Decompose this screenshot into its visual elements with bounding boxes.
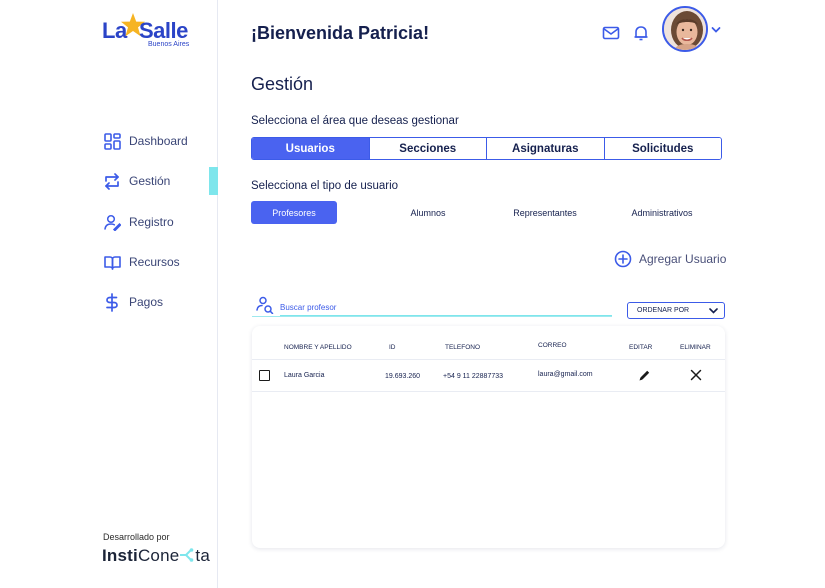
area-tabs: Usuarios Secciones Asignaturas Solicitud… [251, 137, 722, 160]
page-title: Gestión [251, 74, 314, 94]
column-header-edit: EDITAR [629, 344, 653, 351]
insticonecta-logo: InstiCone ta [102, 546, 210, 566]
dev-brand-part-b: Cone [137, 546, 180, 565]
repeat-icon [103, 172, 121, 190]
chevron-down-icon [709, 307, 718, 314]
row-checkbox[interactable] [259, 370, 270, 381]
user-search-icon [256, 296, 274, 314]
close-icon[interactable] [690, 369, 702, 381]
order-by-select[interactable]: ORDENAR POR [627, 302, 725, 319]
tab-administrativos[interactable]: Administrativos [620, 201, 704, 224]
cell-email: laura@gmail.com [538, 371, 593, 378]
tab-usuarios[interactable]: Usuarios [252, 138, 370, 159]
tab-secciones[interactable]: Secciones [369, 138, 487, 159]
profile-photo-icon [664, 8, 706, 50]
sidebar: La Salle Buenos Aires Dashboard Gestión [0, 0, 218, 588]
column-header-name: NOMBRE Y APELLIDO [284, 344, 352, 351]
order-by-label: ORDENAR POR [637, 307, 690, 314]
table-row-divider [252, 391, 725, 392]
avatar[interactable] [662, 6, 708, 52]
column-header-email: CORREO [538, 342, 567, 349]
logo-subtitle: Buenos Aires [148, 41, 190, 48]
mail-icon[interactable] [602, 24, 620, 42]
book-icon [103, 253, 121, 271]
sidebar-item-label: Gestión [129, 174, 171, 188]
sidebar-item-label: Recursos [129, 255, 180, 269]
active-nav-indicator [209, 167, 218, 195]
sidebar-item-gestion[interactable]: Gestión [103, 169, 218, 193]
tab-representantes[interactable]: Representantes [500, 201, 590, 224]
pencil-icon[interactable] [638, 369, 651, 382]
la-salle-logo[interactable]: La Salle Buenos Aires [102, 12, 198, 52]
add-user-label: Agregar Usuario [639, 252, 727, 266]
search-input[interactable] [280, 300, 612, 316]
area-prompt: Selecciona el área que deseas gestionar [251, 115, 459, 127]
sidebar-item-label: Pagos [129, 295, 164, 309]
type-prompt: Selecciona el tipo de usuario [251, 180, 399, 192]
sidebar-item-label: Registro [129, 215, 174, 229]
connect-node-icon [180, 548, 194, 562]
plus-circle-icon [614, 250, 632, 268]
chevron-down-icon[interactable] [711, 26, 721, 34]
cell-id: 19.693.260 [385, 373, 421, 380]
cell-name: Laura Garcia [284, 372, 325, 379]
cell-phone: +54 9 11 22887733 [443, 373, 504, 380]
sidebar-item-pagos[interactable]: Pagos [103, 290, 218, 314]
bell-icon[interactable] [632, 24, 650, 42]
tab-alumnos[interactable]: Alumnos [390, 201, 466, 224]
sidebar-item-label: Dashboard [129, 134, 188, 148]
welcome-title: ¡Bienvenida Patricia! [251, 23, 430, 43]
search-underline [252, 316, 612, 317]
column-header-delete: ELIMINAR [680, 344, 711, 351]
dollar-icon [103, 292, 121, 312]
sidebar-item-registro[interactable]: Registro [103, 210, 218, 234]
sidebar-item-recursos[interactable]: Recursos [103, 250, 218, 274]
tab-profesores[interactable]: Profesores [251, 201, 337, 224]
column-header-phone: TELEFONO [445, 344, 481, 351]
developed-by-label: Desarrollado por [103, 532, 170, 542]
add-user-button[interactable]: Agregar Usuario [614, 250, 726, 268]
column-header-id: ID [389, 344, 396, 351]
dev-brand-part-a: Insti [102, 546, 138, 565]
sidebar-item-dashboard[interactable]: Dashboard [103, 129, 218, 153]
tab-asignaturas[interactable]: Asignaturas [487, 138, 605, 159]
user-edit-icon [103, 213, 121, 231]
dev-brand-part-c: ta [195, 546, 210, 565]
tab-solicitudes[interactable]: Solicitudes [604, 138, 721, 159]
table-header-divider [252, 359, 725, 360]
dashboard-grid-icon [103, 132, 121, 150]
